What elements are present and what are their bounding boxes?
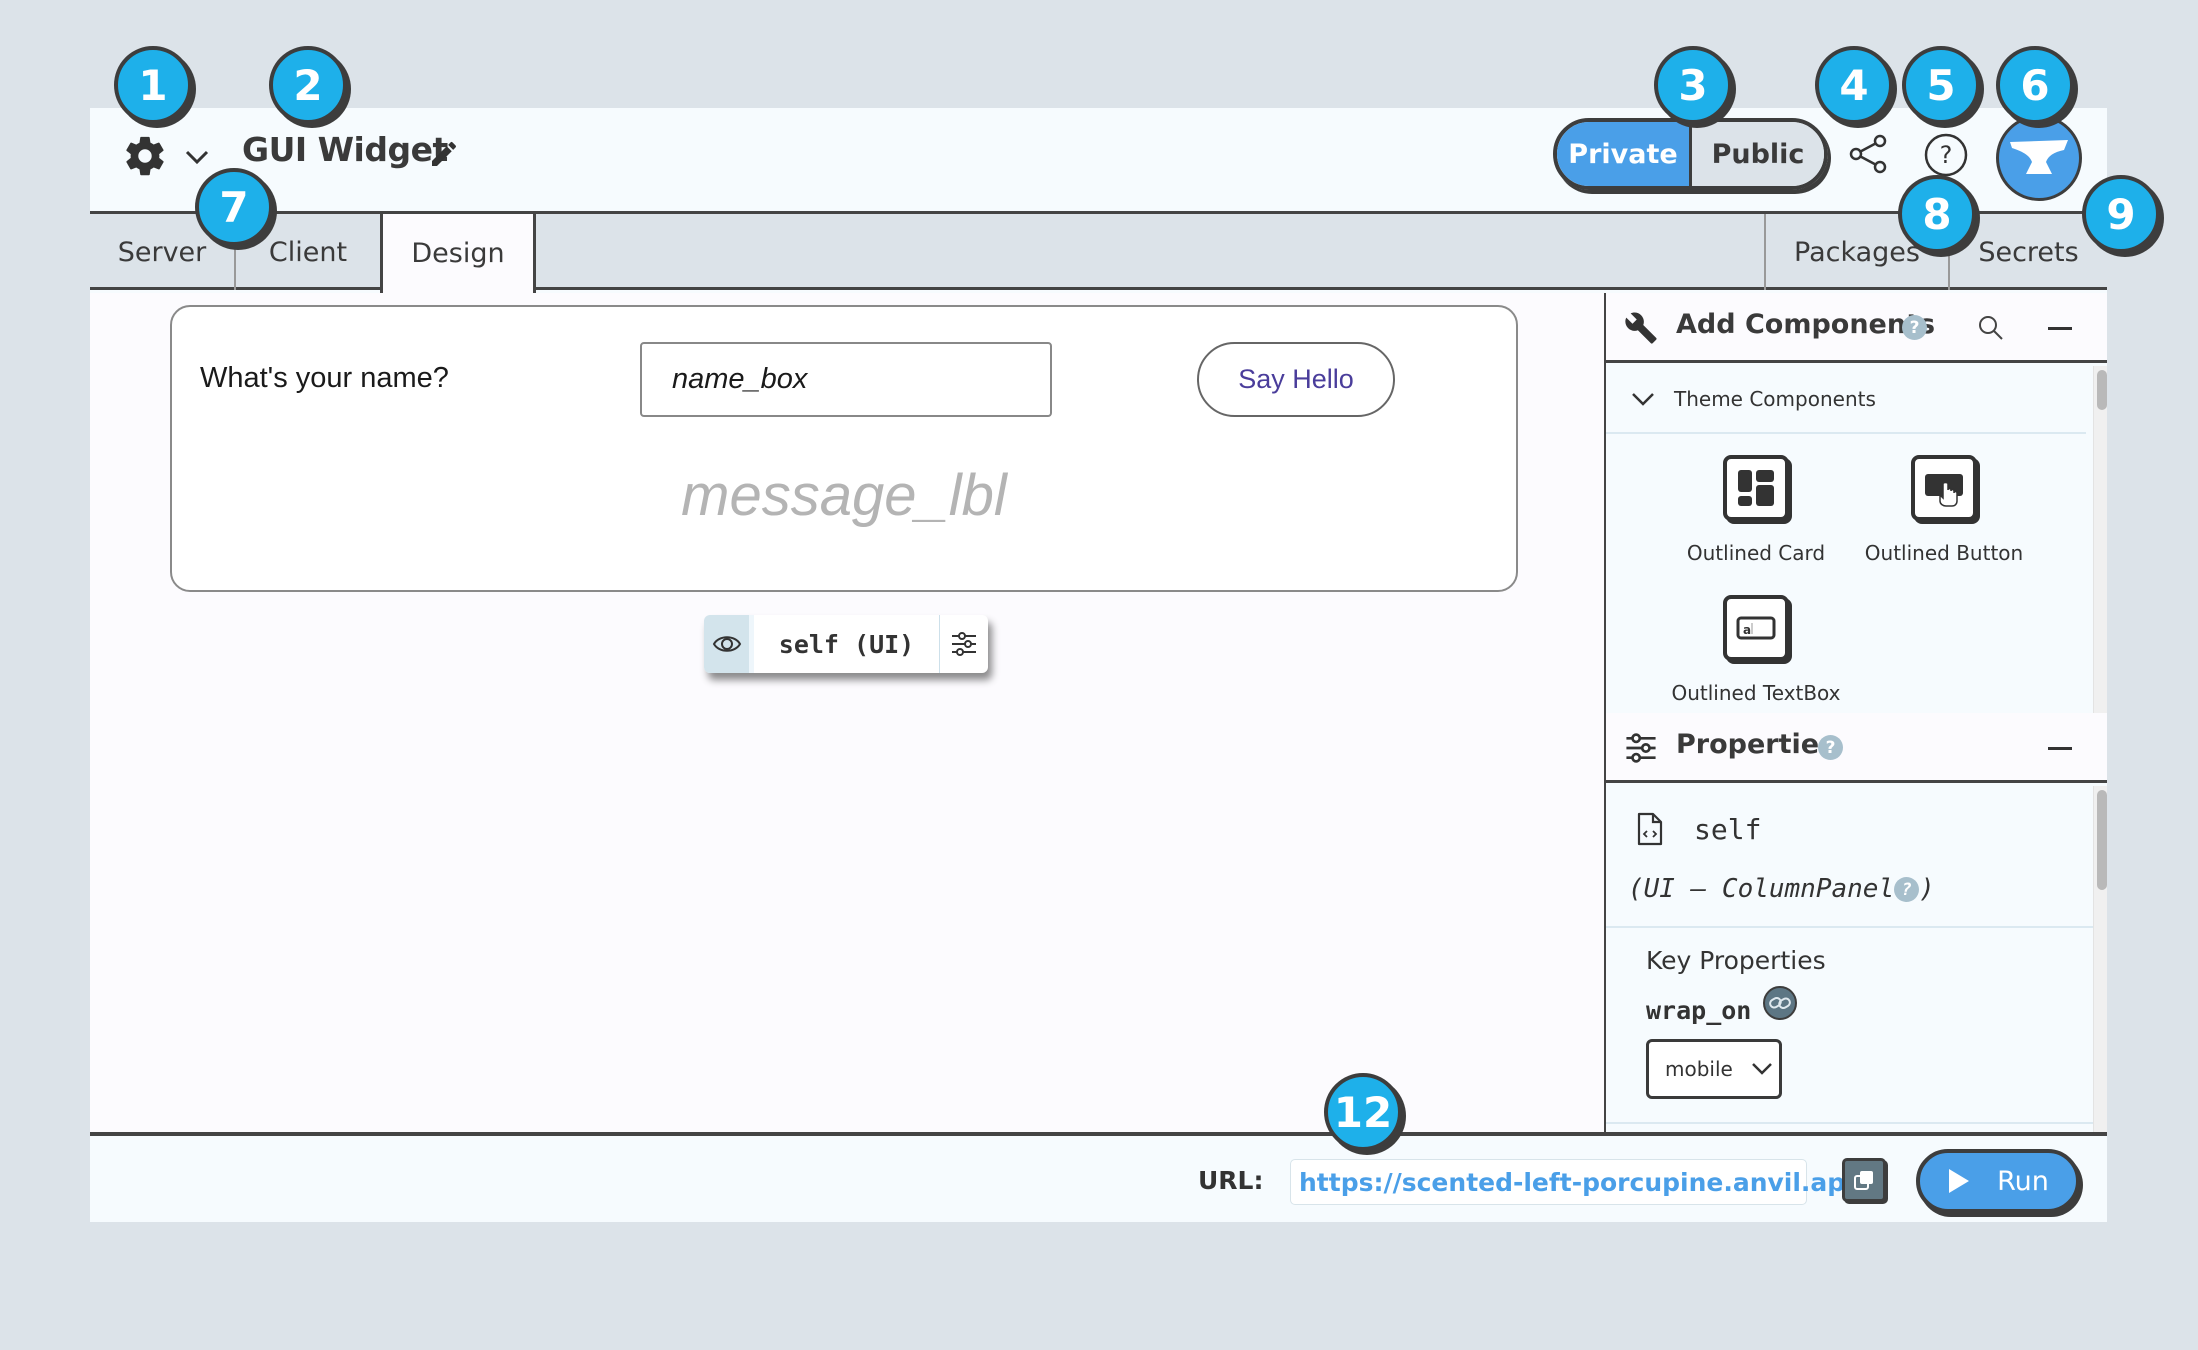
outlined-textbox-icon: a: [1723, 595, 1789, 661]
code-file-icon: [1637, 812, 1663, 846]
selected-component-chip: self (UI): [704, 615, 988, 673]
callout-badge: 4: [1815, 46, 1893, 124]
outlined-button-icon: [1911, 455, 1977, 521]
scrollbar-thumb[interactable]: [2097, 790, 2107, 890]
theme-components-section[interactable]: Theme Components: [1606, 366, 2086, 434]
add-components-header: Add Components ?: [1606, 293, 2107, 363]
anvil-logo-button[interactable]: [1996, 115, 2082, 201]
selected-component-label[interactable]: self (UI): [754, 615, 940, 673]
component-type: (UI – ColumnPanel?): [1628, 874, 1935, 904]
component-type-text: (UI – ColumnPanel: [1628, 874, 1895, 904]
eye-icon[interactable]: [704, 615, 754, 673]
collapse-add-components-button[interactable]: [2048, 327, 2072, 330]
help-badge-icon[interactable]: ?: [1818, 735, 1843, 760]
chevron-down-icon: [1751, 1063, 1772, 1075]
component-outlined-card[interactable]: Outlined Card: [1666, 455, 1846, 565]
app-title[interactable]: GUI Widget: [242, 130, 448, 169]
collapse-properties-button[interactable]: [2048, 747, 2072, 750]
callout-badge: 2: [269, 46, 347, 124]
visibility-toggle: Private Public: [1553, 118, 1828, 190]
callout-badge: 3: [1654, 46, 1732, 124]
wrap-on-dropdown[interactable]: mobile: [1646, 1039, 1782, 1099]
callout-badge: 1: [114, 46, 192, 124]
component-outlined-textbox[interactable]: a Outlined TextBox: [1666, 595, 1846, 705]
callout-badge: 5: [1902, 46, 1980, 124]
component-type-suffix: ): [1919, 874, 1935, 904]
gear-icon[interactable]: [122, 133, 168, 179]
chevron-down-icon: [1632, 393, 1654, 406]
add-components-scrollbar[interactable]: [2093, 366, 2107, 713]
divider: [1606, 1122, 2094, 1124]
name-prompt-label[interactable]: What's your name?: [200, 362, 449, 395]
anvil-editor: GUI Widget Private Public ? Server Clien…: [90, 108, 2107, 1222]
key-properties-heading: Key Properties: [1646, 946, 1826, 975]
question-circle-icon[interactable]: ?: [1923, 132, 1969, 178]
pencil-icon[interactable]: [428, 138, 460, 170]
name-box-textbox[interactable]: name_box: [640, 342, 1052, 417]
design-canvas[interactable]: What's your name? name_box Say Hello mes…: [90, 293, 1604, 1132]
properties-header: Properties ?: [1606, 713, 2107, 783]
callout-badge: 9: [2082, 175, 2160, 253]
help-badge-icon[interactable]: ?: [1902, 315, 1927, 340]
share-icon[interactable]: [1847, 132, 1891, 176]
sliders-icon: [1626, 733, 1656, 763]
anvil-icon: [2010, 140, 2068, 174]
component-label: Outlined Button: [1864, 541, 2024, 565]
scrollbar-thumb[interactable]: [2097, 370, 2107, 410]
form-column-panel[interactable]: What's your name? name_box Say Hello mes…: [170, 305, 1518, 592]
editor-tabs: Server Client Design Packages Secrets: [90, 214, 2107, 293]
properties-body: self (UI – ColumnPanel?) Key Properties …: [1606, 786, 2094, 1132]
public-option[interactable]: Public: [1692, 122, 1824, 186]
component-name[interactable]: self: [1694, 813, 1761, 846]
component-label: Outlined TextBox: [1671, 681, 1841, 705]
footer-bar: URL: https://scented-left-porcupine.anvi…: [90, 1132, 2107, 1222]
property-name: wrap_on: [1646, 996, 1752, 1025]
outlined-card-icon: [1723, 455, 1789, 521]
callout-badge: 7: [195, 168, 273, 246]
app-url-link[interactable]: https://scented-left-porcupine.anvil.app: [1290, 1159, 1863, 1205]
right-sidebar: Add Components ? Theme Components Outlin…: [1604, 293, 2107, 1132]
copy-icon: [1854, 1171, 1873, 1190]
play-icon: [1949, 1169, 1970, 1193]
properties-title: Properties: [1676, 729, 1836, 760]
component-label: Outlined Card: [1686, 541, 1826, 565]
callout-badge: 8: [1898, 175, 1976, 253]
theme-components-label: Theme Components: [1674, 387, 1876, 411]
message-label[interactable]: message_lbl: [172, 462, 1516, 529]
header-bar: GUI Widget Private Public ?: [90, 108, 2107, 214]
svg-text:?: ?: [1940, 141, 1953, 169]
component-outlined-button[interactable]: Outlined Button: [1854, 455, 2034, 565]
copy-url-button[interactable]: [1842, 1158, 1886, 1202]
say-hello-button[interactable]: Say Hello: [1197, 342, 1395, 417]
help-badge-icon[interactable]: ?: [1894, 877, 1920, 902]
divider: [1606, 926, 2094, 928]
tab-design[interactable]: Design: [380, 214, 536, 293]
add-components-title: Add Components: [1676, 309, 1936, 340]
private-option[interactable]: Private: [1557, 122, 1692, 186]
run-button[interactable]: Run: [1916, 1149, 2080, 1213]
callout-badge: 6: [1996, 46, 2074, 124]
svg-text:a: a: [1743, 623, 1751, 637]
callout-badge: 12: [1324, 1073, 1402, 1151]
search-icon[interactable]: [1976, 313, 2006, 343]
wrench-icon: [1625, 312, 1657, 344]
link-icon[interactable]: [1763, 985, 1798, 1020]
run-label: Run: [1997, 1165, 2049, 1197]
properties-scrollbar[interactable]: [2093, 786, 2107, 1132]
chevron-down-icon[interactable]: [182, 144, 212, 170]
dropdown-value: mobile: [1665, 1057, 1733, 1081]
sliders-icon[interactable]: [940, 615, 988, 673]
url-label: URL:: [1198, 1166, 1264, 1195]
component-name-row: self: [1636, 811, 1761, 847]
wrap-on-property: wrap_on: [1646, 985, 1798, 1025]
